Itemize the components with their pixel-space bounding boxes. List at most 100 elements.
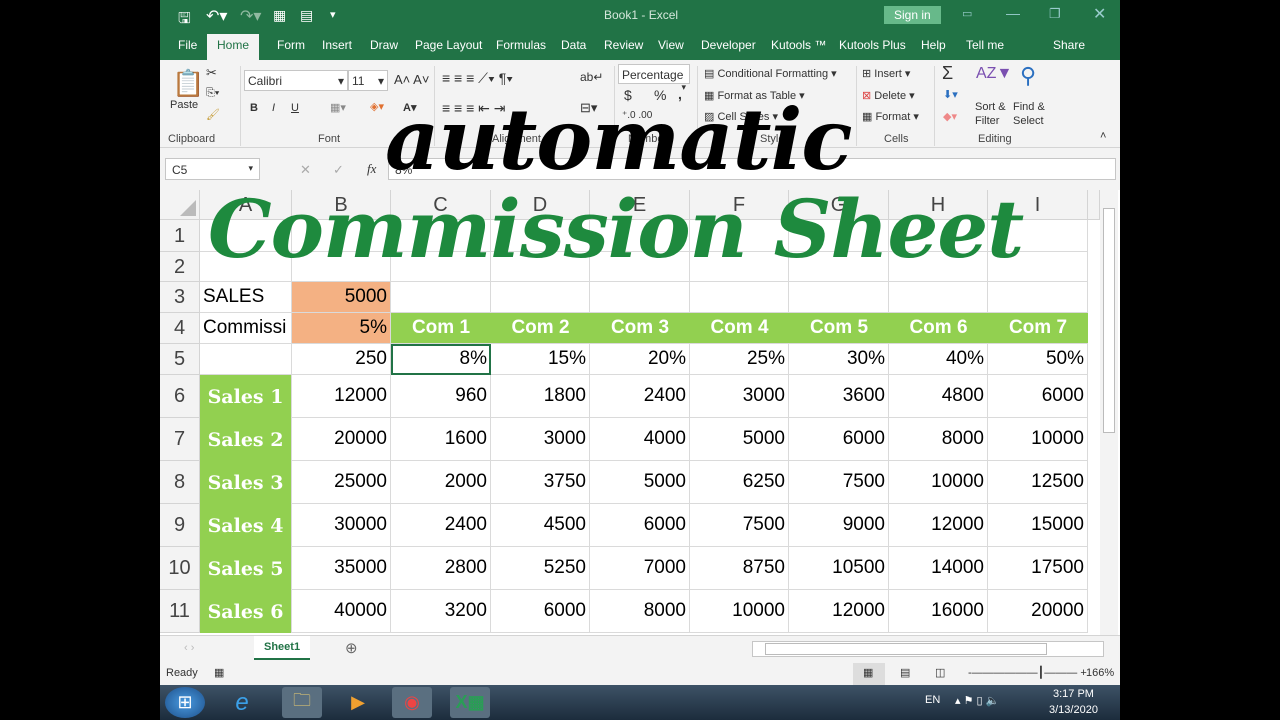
fill-color-icon[interactable]: ◈▾	[370, 100, 384, 113]
close-icon[interactable]: ✕	[1093, 4, 1106, 24]
cell-h9[interactable]: 12000	[889, 504, 988, 547]
tab-page-layout[interactable]: Page Layout	[415, 38, 482, 52]
enter-icon[interactable]: ✓	[333, 162, 344, 178]
cell-e5[interactable]: 20%	[590, 344, 690, 375]
insert-function-button[interactable]: fx	[367, 161, 376, 177]
cell-i8[interactable]: 12500	[988, 461, 1088, 504]
chrome-icon[interactable]: ◉	[392, 687, 432, 718]
view-icon[interactable]: ▤	[300, 7, 313, 24]
cell-i11[interactable]: 20000	[988, 590, 1088, 633]
row-header-8[interactable]: 8	[160, 461, 200, 504]
cell-e4[interactable]: Com 3	[590, 313, 690, 344]
cell-f10[interactable]: 8750	[690, 547, 789, 590]
cell-h10[interactable]: 14000	[889, 547, 988, 590]
row-header-9[interactable]: 9	[160, 504, 200, 547]
cell-h4[interactable]: Com 6	[889, 313, 988, 344]
cell-d7[interactable]: 3000	[491, 418, 590, 461]
paste-icon[interactable]: 📋	[172, 68, 204, 99]
tab-form[interactable]: Form	[277, 38, 305, 52]
row-header-11[interactable]: 11	[160, 590, 200, 633]
cell-f8[interactable]: 6250	[690, 461, 789, 504]
tab-share[interactable]: Share	[1053, 38, 1085, 52]
cell-b5[interactable]: 250	[292, 344, 391, 375]
cell-d4[interactable]: Com 2	[491, 313, 590, 344]
row-header-1[interactable]: 1	[160, 220, 200, 252]
cell-g11[interactable]: 12000	[789, 590, 889, 633]
cell-f11[interactable]: 10000	[690, 590, 789, 633]
align-top-icon[interactable]: ≡ ≡ ≡ ⟋▾ ¶▾	[442, 70, 513, 87]
media-player-icon[interactable]: ▶	[338, 687, 378, 718]
cell-f6[interactable]: 3000	[690, 375, 789, 418]
cell-e11[interactable]: 8000	[590, 590, 690, 633]
cell-g3[interactable]	[789, 282, 889, 313]
cell-d3[interactable]	[491, 282, 590, 313]
redo-icon[interactable]: ↷▾	[240, 6, 261, 26]
zoom-level[interactable]: 166%	[1086, 667, 1114, 679]
form-icon[interactable]: ▦	[273, 7, 286, 24]
cell-h8[interactable]: 10000	[889, 461, 988, 504]
delete-cells-button[interactable]: ⊠ Delete ▾	[862, 89, 915, 102]
cell-i9[interactable]: 15000	[988, 504, 1088, 547]
cell-e7[interactable]: 4000	[590, 418, 690, 461]
tab-insert[interactable]: Insert	[322, 38, 352, 52]
cell-e8[interactable]: 5000	[590, 461, 690, 504]
cell-g9[interactable]: 9000	[789, 504, 889, 547]
cell-b7[interactable]: 20000	[292, 418, 391, 461]
cell-d8[interactable]: 3750	[491, 461, 590, 504]
cell-g7[interactable]: 6000	[789, 418, 889, 461]
cell-h7[interactable]: 8000	[889, 418, 988, 461]
cell-f9[interactable]: 7500	[690, 504, 789, 547]
bold-button[interactable]: B	[250, 102, 258, 114]
page-break-view-icon[interactable]: ◫	[935, 666, 945, 679]
tab-tell-me[interactable]: Tell me	[966, 38, 1004, 52]
row-header-4[interactable]: 4	[160, 313, 200, 344]
cell-a3[interactable]: SALES	[200, 282, 292, 313]
cell-e10[interactable]: 7000	[590, 547, 690, 590]
tab-developer[interactable]: Developer	[701, 38, 756, 52]
find-select-button[interactable]: Find & Select	[1013, 100, 1055, 128]
tab-kutools[interactable]: Kutools ™	[771, 38, 826, 52]
cell-f7[interactable]: 5000	[690, 418, 789, 461]
cell-a8[interactable]: Sales 3	[200, 461, 292, 504]
tab-kutools-plus[interactable]: Kutools Plus	[839, 38, 906, 52]
cell-b9[interactable]: 30000	[292, 504, 391, 547]
row-header-10[interactable]: 10	[160, 547, 200, 590]
cell-i6[interactable]: 6000	[988, 375, 1088, 418]
cell-c7[interactable]: 1600	[391, 418, 491, 461]
excel-taskbar-icon[interactable]: X▦	[450, 687, 490, 718]
conditional-formatting-button[interactable]: ▤ Conditional Formatting ▾	[704, 67, 837, 80]
cell-a7[interactable]: Sales 2	[200, 418, 292, 461]
save-icon[interactable]: 🖫	[178, 8, 191, 33]
cell-e6[interactable]: 2400	[590, 375, 690, 418]
row-header-6[interactable]: 6	[160, 375, 200, 418]
horizontal-scrollbar[interactable]	[752, 641, 1104, 657]
tab-formulas[interactable]: Formulas	[496, 38, 546, 52]
tray-icons[interactable]: ▴ ⚑ ▯ 🔈	[955, 694, 999, 707]
cell-g4[interactable]: Com 5	[789, 313, 889, 344]
cell-h11[interactable]: 16000	[889, 590, 988, 633]
cell-a4[interactable]: Commissi	[200, 313, 292, 344]
underline-button[interactable]: U	[291, 102, 299, 114]
explorer-icon[interactable]: 🗀	[282, 687, 322, 718]
tab-view[interactable]: View	[658, 38, 684, 52]
cell-c8[interactable]: 2000	[391, 461, 491, 504]
tab-draw[interactable]: Draw	[370, 38, 398, 52]
cell-g8[interactable]: 7500	[789, 461, 889, 504]
cell-b8[interactable]: 25000	[292, 461, 391, 504]
cell-a5[interactable]	[200, 344, 292, 375]
cell-c6[interactable]: 960	[391, 375, 491, 418]
cell-b3[interactable]: 5000	[292, 282, 391, 313]
cell-i4[interactable]: Com 7	[988, 313, 1088, 344]
cell-c4[interactable]: Com 1	[391, 313, 491, 344]
row-header-5[interactable]: 5	[160, 344, 200, 375]
tab-home[interactable]: Home	[207, 34, 260, 60]
cell-b11[interactable]: 40000	[292, 590, 391, 633]
font-name-select[interactable]: Calibri ▾	[244, 70, 348, 91]
row-header-2[interactable]: 2	[160, 252, 200, 282]
cell-i5[interactable]: 50%	[988, 344, 1088, 375]
normal-view-icon[interactable]: ▦	[853, 663, 885, 685]
cell-a11[interactable]: Sales 6	[200, 590, 292, 633]
sheet-tab-sheet1[interactable]: Sheet1	[254, 636, 311, 660]
cell-h3[interactable]	[889, 282, 988, 313]
insert-cells-button[interactable]: ⊞ Insert ▾	[862, 67, 910, 80]
